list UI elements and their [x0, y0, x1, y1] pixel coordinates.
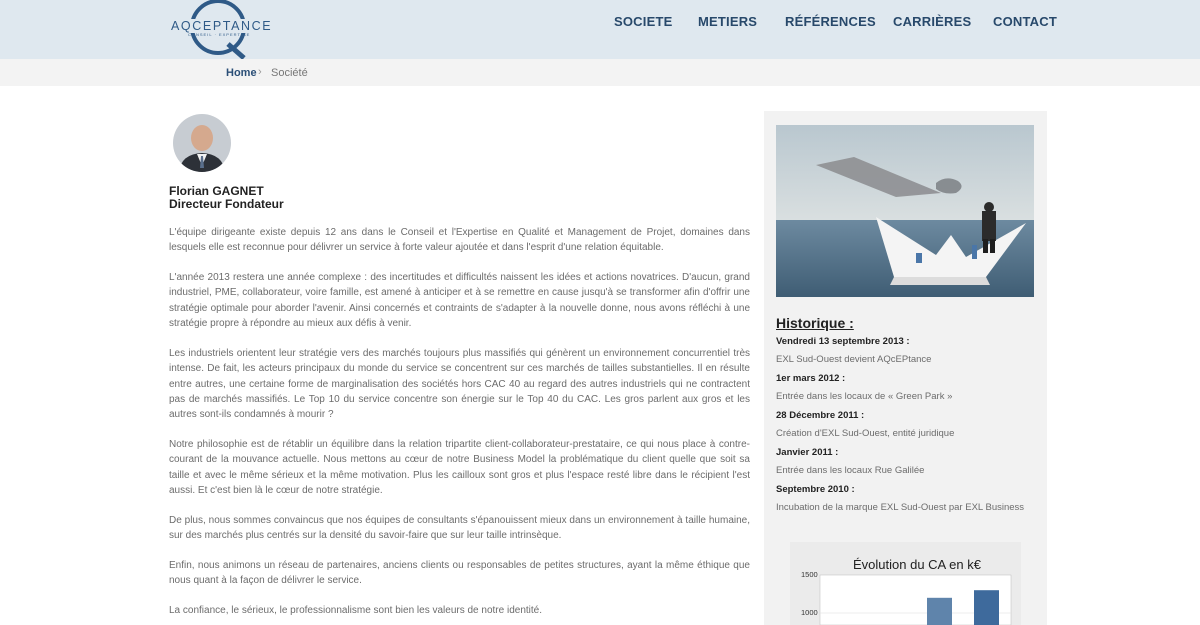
breadcrumb-current: Société	[271, 67, 308, 79]
history-date: Janvier 2011 :	[776, 447, 839, 458]
history-text: Entrée dans les locaux de « Green Park »	[776, 391, 953, 402]
history-date: Septembre 2010 :	[776, 484, 855, 495]
site-header: AQCEPTANCE CONSEIL · EXPERTISE SOCIETE M…	[0, 0, 1200, 59]
nav-references[interactable]: RÉFÉRENCES	[785, 14, 876, 29]
nav-contact[interactable]: CONTACT	[993, 14, 1057, 29]
history-date: Vendredi 13 septembre 2013 :	[776, 336, 910, 347]
founder-title: Directeur Fondateur	[169, 197, 284, 211]
revenue-chart: Évolution du CA en k€ 1500 1000	[790, 542, 1021, 625]
breadcrumb: Home › Société	[0, 59, 1200, 86]
chart-plot	[819, 574, 1012, 625]
intro-paragraph: L'équipe dirigeante existe depuis 12 ans…	[169, 227, 750, 254]
history-text: EXL Sud-Ouest devient AQcEPtance	[776, 354, 932, 365]
nav-carrieres[interactable]: CARRIÈRES	[893, 14, 971, 29]
paragraph-equipes: De plus, nous sommes convaincus que nos …	[169, 515, 750, 542]
nav-metiers[interactable]: METIERS	[698, 14, 757, 29]
paragraph-industriels: Les industriels orientent leur stratégie…	[169, 348, 750, 421]
history-date: 1er mars 2012 :	[776, 373, 846, 384]
founder-avatar	[173, 114, 231, 172]
chart-bar	[974, 590, 999, 625]
historique-title: Historique :	[776, 315, 854, 331]
breadcrumb-home-link[interactable]: Home	[226, 67, 257, 79]
logo-subtext: CONSEIL · EXPERTISE	[188, 32, 251, 37]
paragraph-reseau: Enfin, nous animons un réseau de partena…	[169, 560, 750, 587]
history-text: Entrée dans les locaux Rue Galilée	[776, 465, 925, 476]
chart-bar	[927, 597, 952, 625]
founder-name: Florian GAGNET	[169, 184, 264, 198]
history-text: Création d'EXL Sud-Ouest, entité juridiq…	[776, 428, 955, 439]
paragraph-valeurs: La confiance, le sérieux, le professionn…	[169, 605, 542, 616]
paragraph-2013: L'année 2013 restera une année complexe …	[169, 272, 750, 329]
sidebar: Historique : Vendredi 13 septembre 2013 …	[764, 111, 1047, 625]
history-date: 28 Décembre 2011 :	[776, 410, 865, 421]
paper-boat-image	[776, 125, 1034, 297]
history-text: Incubation de la marque EXL Sud-Ouest pa…	[776, 502, 1025, 513]
logo[interactable]: AQCEPTANCE CONSEIL · EXPERTISE	[168, 0, 274, 59]
logo-text: AQCEPTANCE	[170, 19, 274, 33]
nav-societe[interactable]: SOCIETE	[614, 14, 672, 29]
paragraph-philosophie: Notre philosophie est de rétablir un équ…	[169, 439, 750, 496]
breadcrumb-separator: ›	[258, 66, 262, 78]
